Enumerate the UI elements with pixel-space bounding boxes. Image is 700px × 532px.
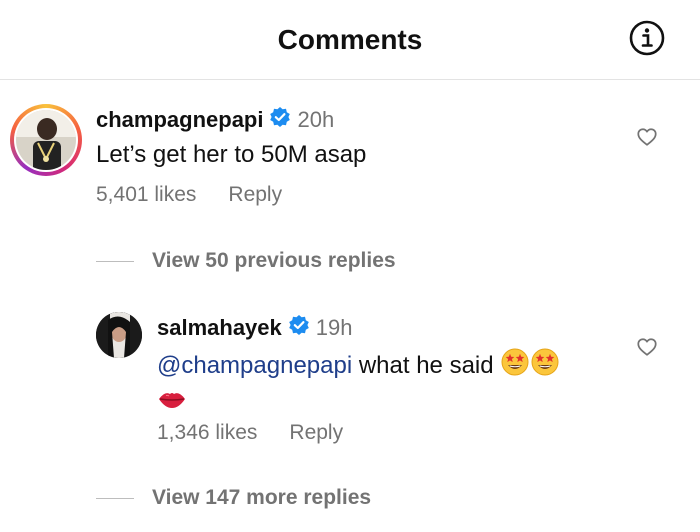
view-more-replies-button[interactable]: View 147 more replies (96, 486, 371, 510)
reply-avatar[interactable] (96, 312, 142, 358)
username[interactable]: champagnepapi (96, 107, 263, 133)
heart-icon[interactable] (636, 126, 658, 153)
reply-header: salmahayek 19h (157, 314, 352, 342)
star-struck-emoji-icon (530, 347, 560, 386)
star-struck-emoji-icon (500, 347, 530, 386)
verified-badge-icon (288, 314, 310, 342)
comment-header: champagnepapi 20h (96, 106, 334, 134)
comment-text: Let’s get her to 50M asap (96, 141, 367, 168)
info-icon[interactable] (629, 20, 665, 56)
avatar[interactable] (10, 104, 82, 176)
reply-timestamp: 19h (315, 315, 353, 340)
verified-badge-icon (269, 106, 291, 134)
like-count[interactable]: 5,401 likes (96, 183, 196, 207)
reply-text: @champagnepapi what he said (157, 347, 627, 421)
comments-header: Comments (0, 0, 700, 80)
heart-icon[interactable] (636, 336, 658, 363)
reply-button[interactable]: Reply (289, 421, 343, 445)
reply-username[interactable]: salmahayek (157, 315, 282, 341)
view-more-replies-label: View 147 more replies (152, 486, 372, 509)
timestamp: 20h (297, 107, 335, 132)
view-previous-replies-label: View 50 previous replies (152, 249, 396, 272)
view-previous-replies-button[interactable]: View 50 previous replies (96, 249, 396, 273)
comment-meta: 5,401 likes Reply (96, 183, 282, 207)
divider-line (96, 260, 134, 262)
lips-emoji-icon (157, 386, 187, 421)
divider-line (96, 497, 134, 499)
reply-meta: 1,346 likes Reply (157, 421, 343, 445)
reply-like-count[interactable]: 1,346 likes (157, 421, 257, 445)
reply-button[interactable]: Reply (228, 183, 282, 207)
reply-text-body: what he said (352, 351, 494, 379)
mention-link[interactable]: @champagnepapi (157, 352, 352, 379)
page-title: Comments (277, 24, 423, 55)
